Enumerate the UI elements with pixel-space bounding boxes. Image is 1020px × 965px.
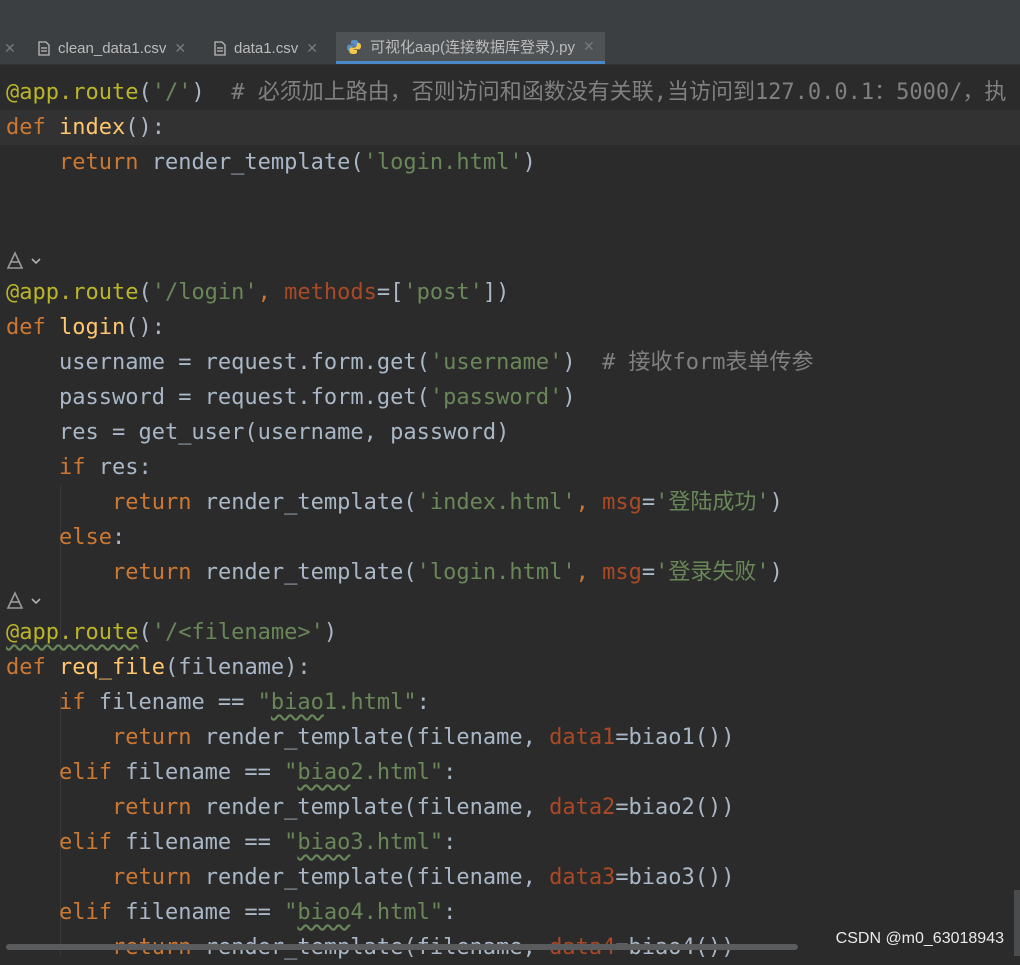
file-icon (214, 40, 226, 56)
code-line: return render_template('login.html', msg… (111, 560, 783, 585)
code-line: def req_file(filename): (6, 655, 311, 680)
code-line: return render_template(filename, data2=b… (111, 795, 735, 820)
watermark: CSDN @m0_63018943 (835, 930, 1004, 947)
code-line: def login(): (6, 315, 165, 340)
file-icon (38, 40, 50, 56)
tab-data1-csv[interactable]: data1.csv ✕ (214, 32, 318, 64)
flask-endpoint-icon[interactable] (4, 590, 48, 612)
tab-clean-data1-csv[interactable]: clean_data1.csv ✕ (38, 32, 186, 64)
code-line: elif filename == "biao4.html": (58, 900, 457, 925)
python-file-icon (347, 39, 361, 54)
close-icon[interactable]: ✕ (306, 40, 318, 57)
code-line: return render_template(filename, data3=b… (111, 865, 735, 890)
tab-label: 可视化aap(连接数据库登录).py (370, 39, 576, 56)
flask-endpoint-icon[interactable] (4, 250, 48, 272)
tab-previous-close[interactable]: ✕ (4, 32, 16, 64)
code-line: return render_template('index.html', msg… (111, 490, 783, 515)
code-line: @app.route('/<filename>') (6, 620, 338, 645)
window-top-strip (0, 0, 1020, 32)
code-line: username = request.form.get('username') … (58, 350, 814, 375)
code-line: else: (58, 525, 126, 550)
close-icon[interactable]: ✕ (174, 40, 186, 57)
tab-label: clean_data1.csv (58, 39, 167, 57)
code-line: return render_template('login.html') (58, 150, 536, 175)
code-line: res = get_user(username, password) (58, 420, 510, 445)
code-line-current: def index(): (0, 110, 1020, 145)
tab-label: data1.csv (234, 39, 299, 57)
vertical-scrollbar[interactable] (1014, 890, 1020, 956)
code-line: elif filename == "biao3.html": (58, 830, 457, 855)
code-line: @app.route('/login', methods=['post']) (6, 280, 510, 305)
code-line: @app.route('/') # 必须加上路由，否则访问和函数没有关联,当访问… (6, 80, 1007, 105)
editor-tab-bar: ✕ clean_data1.csv ✕ data1.csv ✕ 可视化aap(连… (0, 32, 1020, 65)
code-line: if filename == "biao1.html": (58, 690, 430, 715)
horizontal-scrollbar[interactable] (6, 944, 798, 950)
close-icon[interactable]: ✕ (583, 38, 595, 55)
code-line: return render_template(filename, data1=b… (111, 725, 735, 750)
tab-visualization-py[interactable]: 可视化aap(连接数据库登录).py ✕ (336, 32, 605, 64)
code-editor[interactable]: @app.route('/') # 必须加上路由，否则访问和函数没有关联,当访问… (0, 65, 1020, 960)
close-icon[interactable]: ✕ (4, 40, 16, 57)
code-line: elif filename == "biao2.html": (58, 760, 457, 785)
code-line: password = request.form.get('password') (58, 385, 576, 410)
code-line: if res: (58, 455, 152, 480)
